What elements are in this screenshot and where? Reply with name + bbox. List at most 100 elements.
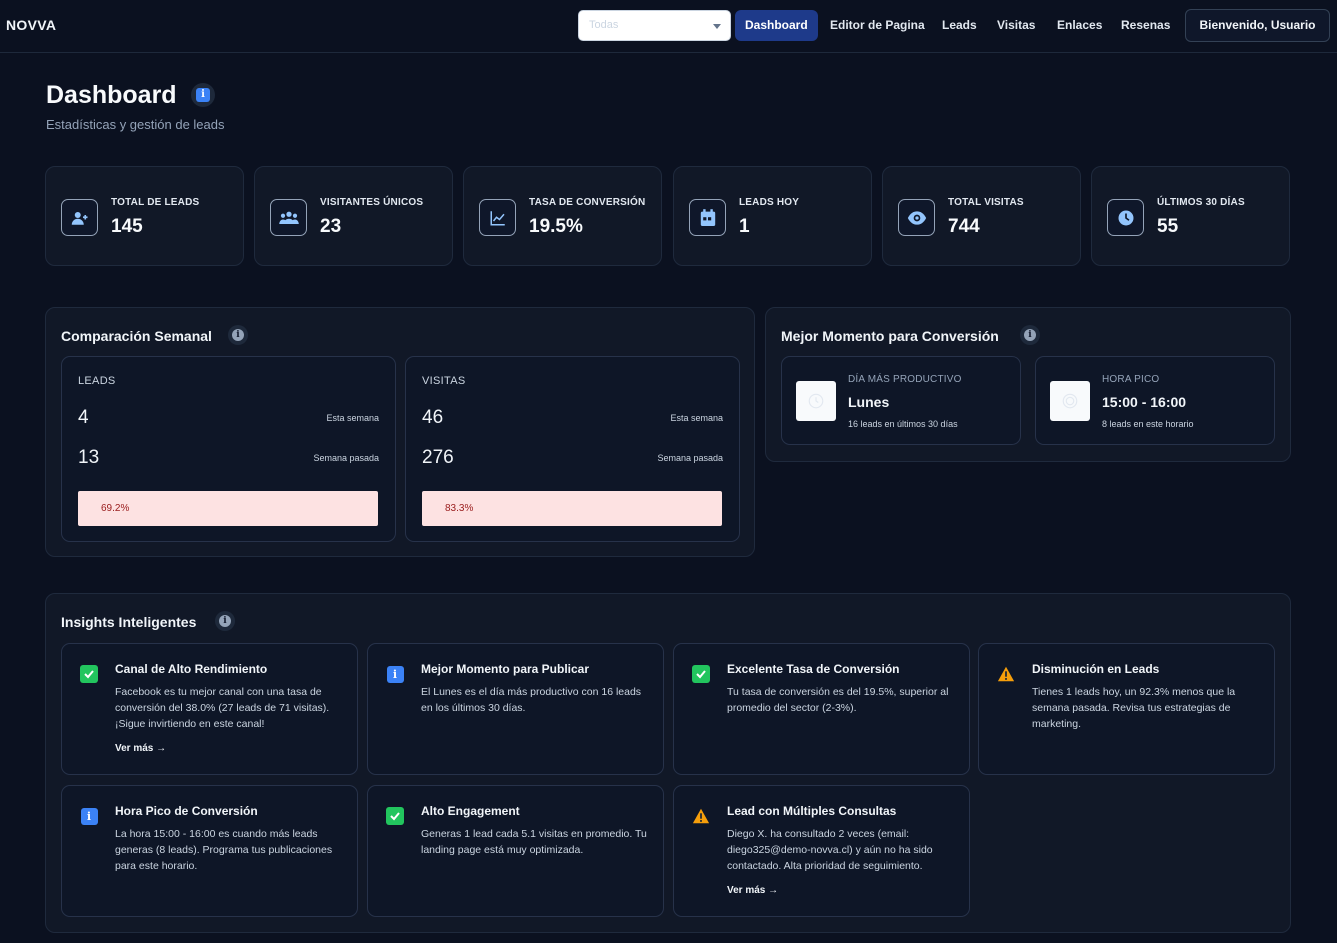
stat-label: TOTAL DE LEADS [111,197,200,208]
nav-link-visitas[interactable]: Visitas [997,10,1035,41]
insight-title: Canal de Alto Rendimiento [115,662,268,676]
stat-label: TASA DE CONVERSIÓN [529,197,646,208]
this-week-label: Esta semana [670,413,723,423]
info-icon: i [80,807,98,825]
user-plus-icon [61,199,98,236]
weekly-card-visits: VISITAS 46 Esta semana 276 Semana pasada… [405,356,740,542]
card-label: HORA PICO [1102,374,1160,385]
card-heading: LEADS [78,375,116,387]
info-icon: i [386,665,404,683]
card-label: DÍA MÁS PRODUCTIVO [848,374,962,385]
insight-card: Canal de Alto Rendimiento Facebook es tu… [61,643,358,775]
nav-link-leads[interactable]: Leads [942,10,977,41]
stat-card-total-visits: TOTAL VISITAS 744 [882,166,1081,266]
check-icon [80,665,98,683]
insight-text: Generas 1 lead cada 5.1 visitas en prome… [421,828,647,856]
warning-icon [997,665,1015,683]
user-menu-button[interactable]: Bienvenido, Usuario [1185,9,1330,42]
stat-card-leads-today: LEADS HOY 1 [673,166,872,266]
filter-select[interactable]: Todas [578,10,731,41]
insight-card: i Hora Pico de Conversión La hora 15:00 … [61,785,358,917]
filter-select-value: Todas [589,19,619,31]
users-icon [270,199,307,236]
info-icon: i [196,88,210,102]
info-icon: i [219,615,231,627]
change-bar: 69.2% [78,491,378,526]
check-icon [692,665,710,683]
stat-label: LEADS HOY [739,197,800,208]
card-sub: 8 leads en este horario [1102,419,1194,429]
nav-link-dashboard[interactable]: Dashboard [735,10,818,41]
card-value: Lunes [848,394,890,410]
stat-label: ÚLTIMOS 30 DÍAS [1157,197,1245,208]
target-icon [1050,381,1090,421]
panel-title: Mejor Momento para Conversión [781,328,999,344]
stat-card-unique-visitors: VISITANTES ÚNICOS 23 [254,166,453,266]
weekly-info-button[interactable]: i [228,325,248,345]
this-week-value: 4 [78,407,89,428]
stat-label: TOTAL VISITAS [948,197,1024,208]
stat-card-conversion-rate: TASA DE CONVERSIÓN 19.5% [463,166,662,266]
this-week-label: Esta semana [326,413,379,423]
insight-title: Lead con Múltiples Consultas [727,804,897,818]
change-percent: 69.2% [101,503,130,514]
last-week-label: Semana pasada [657,453,723,463]
weekly-card-leads: LEADS 4 Esta semana 13 Semana pasada 69.… [61,356,396,542]
warning-icon [692,807,710,825]
insight-title: Alto Engagement [421,804,520,818]
nav-link-enlaces[interactable]: Enlaces [1057,10,1102,41]
panel-title: Insights Inteligentes [61,614,197,630]
insights-info-button[interactable]: i [215,611,235,631]
clock-icon [796,381,836,421]
insights-panel: Insights Inteligentes i Canal de Alto Re… [45,593,1291,933]
weekly-comparison-panel: Comparación Semanal i LEADS 4 Esta seman… [45,307,755,557]
best-moment-panel: Mejor Momento para Conversión i DÍA MÁS … [765,307,1291,462]
insight-title: Hora Pico de Conversión [115,804,258,818]
insight-title: Excelente Tasa de Conversión [727,662,900,676]
insight-text: Diego X. ha consultado 2 veces (email: d… [727,828,933,872]
clock-icon [1107,199,1144,236]
panel-title: Comparación Semanal [61,328,212,344]
calendar-icon [689,199,726,236]
insight-card: Excelente Tasa de Conversión Tu tasa de … [673,643,970,775]
last-week-value: 13 [78,447,100,468]
insight-text: El Lunes es el día más productivo con 16… [421,686,642,714]
nav-link-editor[interactable]: Editor de Pagina [830,10,925,41]
card-heading: VISITAS [422,375,466,387]
insight-card: i Mejor Momento para Publicar El Lunes e… [367,643,664,775]
insight-title: Disminución en Leads [1032,662,1160,676]
peak-hour-card: HORA PICO 15:00 - 16:00 8 leads en este … [1035,356,1275,445]
info-icon: i [1024,329,1036,341]
insight-card: Disminución en Leads Tienes 1 leads hoy,… [978,643,1275,775]
title-info-button[interactable]: i [191,83,215,107]
stat-value: 744 [948,216,980,237]
eye-icon [898,199,935,236]
nav-link-resenas[interactable]: Resenas [1121,10,1170,41]
change-percent: 83.3% [445,503,474,514]
stat-value: 19.5% [529,216,583,237]
insight-text: Tienes 1 leads hoy, un 92.3% menos que l… [1032,686,1236,730]
card-value: 15:00 - 16:00 [1102,394,1187,410]
stat-value: 1 [739,216,750,237]
best-day-card: DÍA MÁS PRODUCTIVO Lunes 16 leads en últ… [781,356,1021,445]
stat-card-total-leads: TOTAL DE LEADS 145 [45,166,244,266]
top-navbar: NOVVA Todas Dashboard Editor de Pagina L… [0,0,1337,53]
this-week-value: 46 [422,407,444,428]
page-title: Dashboard [46,81,177,109]
last-week-value: 276 [422,447,454,468]
chevron-down-icon [713,24,721,29]
insight-text: La hora 15:00 - 16:00 es cuando más lead… [115,828,333,872]
insight-card: Lead con Múltiples Consultas Diego X. ha… [673,785,970,917]
see-more-link[interactable]: Ver más → [727,885,778,896]
insight-card: Alto Engagement Generas 1 lead cada 5.1 … [367,785,664,917]
see-more-link[interactable]: Ver más → [115,743,166,754]
insight-text: Tu tasa de conversión es del 19.5%, supe… [727,686,949,714]
info-icon: i [232,329,244,341]
stat-value: 23 [320,216,342,237]
brand-logo[interactable]: NOVVA [6,17,56,33]
check-icon [386,807,404,825]
best-moment-info-button[interactable]: i [1020,325,1040,345]
stat-value: 145 [111,216,143,237]
card-sub: 16 leads en últimos 30 días [848,419,958,429]
insight-title: Mejor Momento para Publicar [421,662,590,676]
